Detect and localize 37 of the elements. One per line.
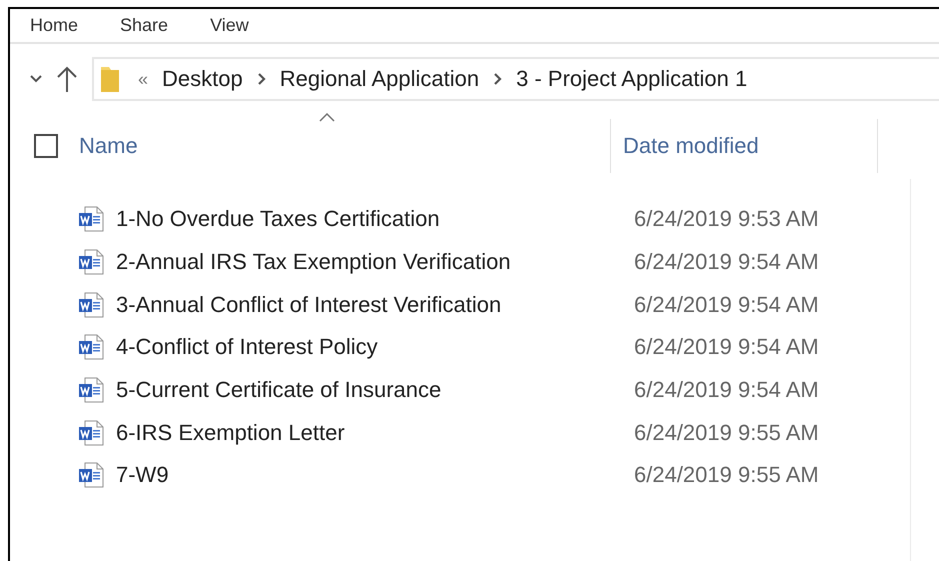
chevron-right-icon[interactable]	[493, 73, 502, 85]
address-bar[interactable]: « Desktop Regional Application 3 - Project Application 1	[92, 57, 939, 101]
breadcrumb[interactable]: Regional Application	[280, 66, 480, 92]
date-modified: 6/24/2019 9:55 AM	[634, 420, 819, 446]
document-icon	[78, 462, 104, 488]
document-icon	[78, 377, 104, 404]
folder-icon	[100, 65, 120, 93]
column-header[interactable]: Name	[79, 133, 138, 158]
ribbon-tab[interactable]: Home	[30, 15, 78, 36]
document-icon	[78, 206, 104, 232]
document-icon	[78, 420, 104, 446]
date-modified: 6/24/2019 9:54 AM	[634, 377, 819, 404]
file-name[interactable]: 6-IRS Exemption Letter	[116, 420, 634, 446]
date-modified: 6/24/2019 9:53 AM	[634, 206, 819, 232]
select-all-checkbox[interactable]	[34, 134, 58, 158]
up-arrow-icon[interactable]	[56, 66, 78, 92]
document-icon	[78, 249, 104, 276]
document-icon	[78, 292, 104, 318]
file-name[interactable]: 2-Annual IRS Tax Exemption Verification	[116, 249, 634, 276]
file-name[interactable]: 4-Conflict of Interest Policy	[116, 334, 634, 360]
file-name[interactable]: 5-Current Certificate of Insurance	[116, 377, 634, 404]
date-modified: 6/24/2019 9:54 AM	[634, 292, 819, 318]
overflow-chevron[interactable]: «	[138, 68, 148, 90]
chevron-right-icon[interactable]	[256, 73, 266, 85]
column-header[interactable]: Date modified	[623, 133, 759, 159]
file-name[interactable]: 7-W9	[116, 462, 634, 488]
file-name[interactable]: 3-Annual Conflict of Interest Verification	[116, 292, 634, 318]
date-modified: 6/24/2019 9:54 AM	[634, 249, 819, 276]
document-icon	[78, 334, 104, 360]
ribbon-tab[interactable]: View	[210, 15, 249, 36]
ribbon-tab[interactable]: Share	[120, 15, 168, 36]
file-name[interactable]: 1-No Overdue Taxes Certification	[116, 206, 634, 232]
chevron-down-icon[interactable]	[30, 75, 42, 83]
date-modified: 6/24/2019 9:55 AM	[634, 462, 819, 488]
date-modified: 6/24/2019 9:54 AM	[634, 334, 819, 360]
breadcrumb[interactable]: Desktop	[162, 66, 243, 92]
breadcrumb[interactable]: 3 - Project Application 1	[516, 66, 748, 92]
